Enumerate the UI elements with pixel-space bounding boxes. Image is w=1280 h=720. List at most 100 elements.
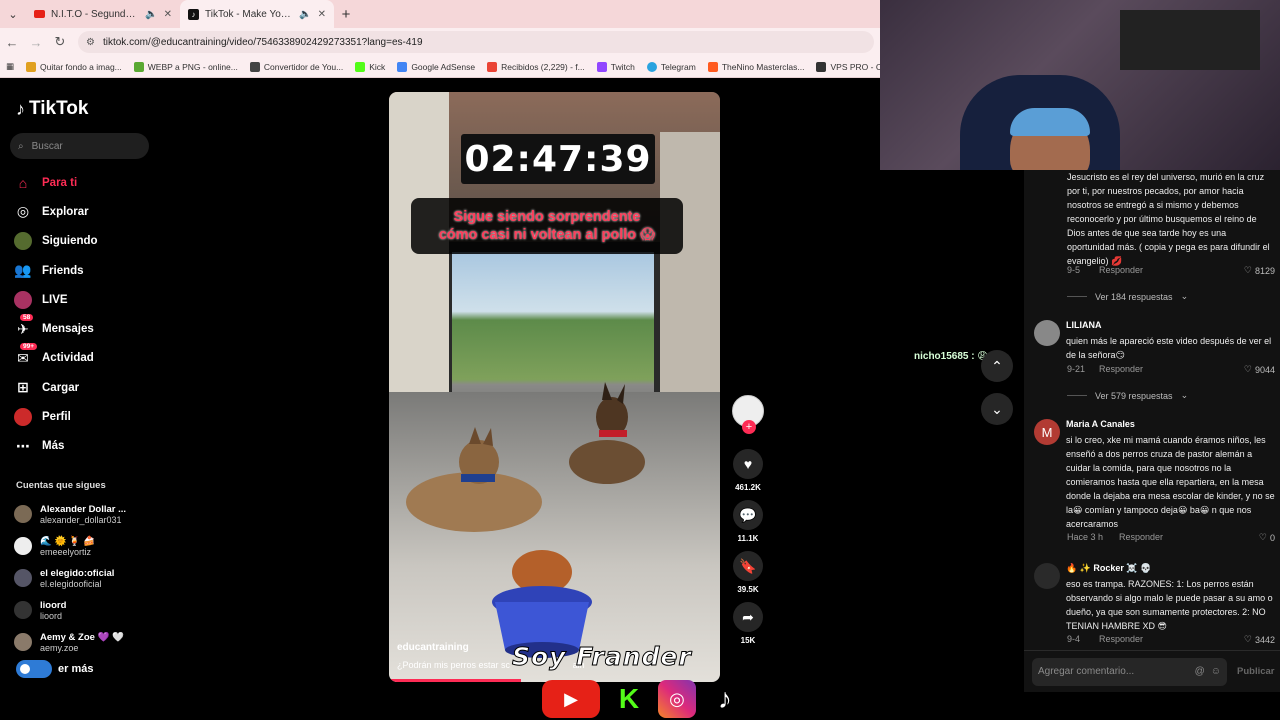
comment-author[interactable]: 🔥 ✨ Rocker ☠️ 💀 xyxy=(1066,563,1151,574)
avatar[interactable] xyxy=(1034,320,1060,346)
speaker-icon[interactable]: 🔈 xyxy=(145,9,157,20)
comment-date: Hace 3 h xyxy=(1067,532,1104,542)
site-info-icon[interactable]: ⚙ xyxy=(86,37,95,48)
bookmark-item[interactable]: Recibidos (2,229) - f... xyxy=(487,61,585,72)
nav-item-siguiendo[interactable]: Siguiendo xyxy=(14,227,154,256)
comment-author[interactable]: LILIANA xyxy=(1066,320,1102,330)
mention-icon[interactable]: @ xyxy=(1195,666,1205,677)
close-tab-icon[interactable]: ✕ xyxy=(318,9,326,20)
new-tab-button[interactable]: + xyxy=(334,0,358,28)
bookmark-label: Telegram xyxy=(660,61,696,72)
bookmark-item[interactable]: WEBP a PNG - online... xyxy=(133,61,238,72)
following-section-title: Cuentas que sigues xyxy=(16,480,106,491)
save-button[interactable]: 🔖 xyxy=(733,551,763,581)
following-item[interactable]: Alexander Dollar ... alexander_dollar031 xyxy=(14,498,154,530)
bookmark-item[interactable]: Quitar fondo a imag... xyxy=(26,61,122,72)
comment-text: si lo creo, xke mi mamá cuando éramos ni… xyxy=(1066,435,1275,529)
back-icon[interactable]: ← xyxy=(0,35,24,50)
upload-icon: ⊞ xyxy=(17,379,29,396)
video-author[interactable]: educantraining xyxy=(397,642,469,653)
comment-date: 9-21 xyxy=(1067,364,1086,374)
browser-tab-tiktok[interactable]: ♪ TikTok - Make Your Day 🔈 ✕ xyxy=(180,0,334,28)
add-comment-input[interactable]: Agregar comentario... @ ☺ xyxy=(1032,657,1227,686)
creator-avatar[interactable]: + xyxy=(732,395,764,434)
bookmark-label: Google AdSense xyxy=(411,61,476,72)
webcam-cap xyxy=(1010,108,1090,136)
nav-item-perfil[interactable]: Perfil xyxy=(14,402,154,431)
stream-brand-name: Soy Frander xyxy=(512,642,692,672)
comment-count: 11.1K xyxy=(737,534,759,543)
reply-button[interactable]: Responder xyxy=(1099,364,1244,375)
previous-video-button[interactable]: ⌃ xyxy=(981,350,1013,382)
reply-button[interactable]: Responder xyxy=(1113,532,1259,543)
video-player[interactable]: 02:47:39 Sigue siendo sorprendente cómo … xyxy=(389,92,720,682)
bookmark-item[interactable]: Google AdSense xyxy=(397,61,476,72)
nav-item-actividad[interactable]: ✉ 99+ Actividad xyxy=(14,343,154,373)
comment-like-button[interactable]: ♡ 8129 xyxy=(1244,265,1275,276)
following-list: Alexander Dollar ... alexander_dollar031 … xyxy=(14,498,154,658)
search-input[interactable]: ⌕ Buscar xyxy=(10,133,149,159)
nav-item-mensajes[interactable]: ✈ 58 Mensajes xyxy=(14,314,154,343)
tab-search-chevron-icon[interactable]: ⌄ xyxy=(0,0,26,28)
tiktok-logo[interactable]: ♪ TikTok xyxy=(16,98,88,120)
comment-button[interactable]: 💬 xyxy=(733,500,763,530)
nav-item-mas[interactable]: ⋯ Más xyxy=(14,432,154,461)
messages-badge: 58 xyxy=(20,314,34,322)
forward-icon[interactable]: → xyxy=(24,35,48,50)
following-item[interactable]: lioord lioord xyxy=(14,594,154,626)
nav-item-cargar[interactable]: ⊞ Cargar xyxy=(14,373,154,402)
video-wall-right xyxy=(660,132,720,422)
bookmark-item[interactable]: Kick xyxy=(355,61,385,72)
see-more-button[interactable]: er más xyxy=(16,660,93,678)
following-handle: lioord xyxy=(40,610,63,621)
comment-author[interactable]: Maria A Canales xyxy=(1066,419,1135,429)
avatar[interactable] xyxy=(1034,563,1060,589)
browser-tab-youtube[interactable]: N.I.T.O - Segunda - YouTube 🔈 ✕ xyxy=(26,0,180,28)
live-icon xyxy=(14,290,32,309)
nav-item-para-ti[interactable]: ⌂ Para ti xyxy=(14,168,154,197)
bookmark-item[interactable]: Twitch xyxy=(596,61,635,72)
like-button[interactable]: ♥ xyxy=(733,449,763,479)
nav-item-explorar[interactable]: ◎ Explorar xyxy=(14,197,154,226)
following-item[interactable]: 🌊 🌞 🍹 🍰 emeeelyortiz xyxy=(14,530,154,562)
follow-plus-icon[interactable]: + xyxy=(742,420,756,434)
bookmarks-bar: ▦ Quitar fondo a imag... WEBP a PNG - on… xyxy=(0,56,880,78)
browser-tab-bar: ⌄ N.I.T.O - Segunda - YouTube 🔈 ✕ ♪ TikT… xyxy=(0,0,880,28)
following-name: lioord xyxy=(40,599,67,611)
comment-like-button[interactable]: ♡ 0 xyxy=(1259,532,1275,543)
avatar xyxy=(14,537,32,555)
bookmark-favicon-icon xyxy=(26,61,37,72)
apps-grid-icon[interactable]: ▦ xyxy=(6,61,14,72)
following-item[interactable]: Aemy & Zoe 💜 🤍 aemy.zoe xyxy=(14,626,154,658)
close-tab-icon[interactable]: ✕ xyxy=(164,9,172,20)
speaker-icon[interactable]: 🔈 xyxy=(299,9,311,20)
share-button[interactable]: ➦ xyxy=(733,602,763,632)
avatar[interactable]: M xyxy=(1034,419,1060,445)
bookmark-item[interactable]: Convertidor de You... xyxy=(249,61,343,72)
bookmark-item[interactable]: VPS PRO - ColdHost... xyxy=(816,61,880,72)
add-comment-bar: Agregar comentario... @ ☺ Publicar xyxy=(1024,650,1280,692)
reply-button[interactable]: Responder xyxy=(1099,265,1244,276)
following-item[interactable]: el elegido:oficial el.elegidooficial xyxy=(14,562,154,594)
publish-button[interactable]: Publicar xyxy=(1237,666,1275,677)
following-handle: alexander_dollar031 xyxy=(40,514,122,525)
bookmark-item[interactable]: TheNino Masterclas... xyxy=(707,61,804,72)
emoji-icon[interactable]: ☺ xyxy=(1211,666,1221,677)
video-progress-bar[interactable] xyxy=(389,679,522,682)
bookmark-item[interactable]: Telegram xyxy=(646,61,696,72)
following-name: Aemy & Zoe 💜 🤍 xyxy=(40,631,124,643)
comment-item: 🔥 ✨ Rocker ☠️ 💀 eso es trampa. RAZONES: … xyxy=(1034,563,1278,643)
url-field[interactable]: ⚙ tiktok.com/@educantraining/video/75463… xyxy=(78,31,874,53)
nav-item-friends[interactable]: 👥 Friends xyxy=(14,256,154,285)
search-placeholder: Buscar xyxy=(31,140,63,152)
view-replies-button[interactable]: Ver 184 respuestas ⌄ xyxy=(1067,291,1188,302)
nav-item-live[interactable]: LIVE xyxy=(14,285,154,314)
reply-button[interactable]: Responder xyxy=(1099,634,1244,645)
view-replies-button[interactable]: Ver 579 respuestas ⌄ xyxy=(1067,390,1188,401)
video-caption: Sigue siendo sorprendente cómo casi ni v… xyxy=(411,198,683,254)
comment-like-button[interactable]: ♡ 9044 xyxy=(1244,364,1275,375)
reload-icon[interactable]: ↻ xyxy=(48,34,72,50)
next-video-button[interactable]: ⌄ xyxy=(981,393,1013,425)
dog-left xyxy=(406,427,542,532)
comment-like-button[interactable]: ♡ 3442 xyxy=(1244,634,1275,645)
